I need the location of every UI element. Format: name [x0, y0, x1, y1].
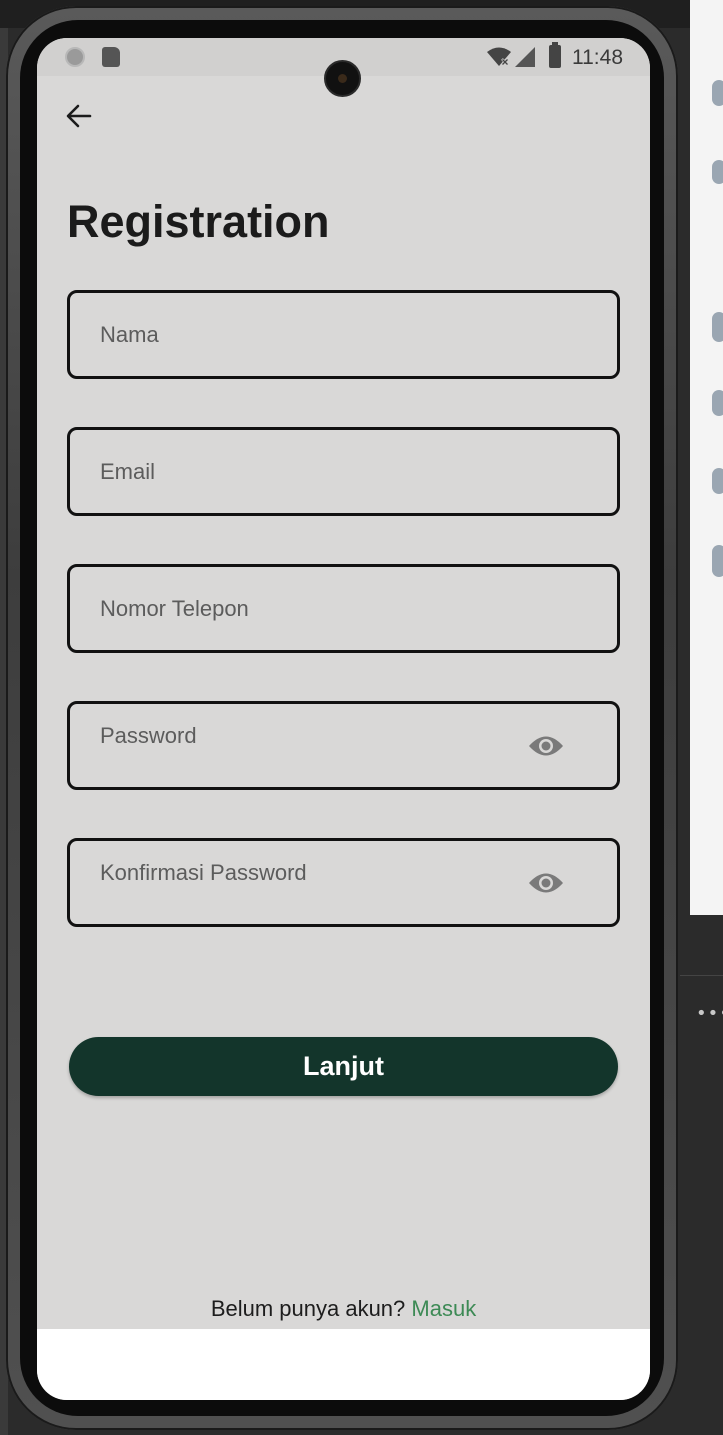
background-editor-lower-panel	[680, 975, 723, 1435]
signal-icon	[515, 47, 535, 67]
page-title: Registration	[67, 196, 330, 247]
status-time: 11:48	[572, 46, 623, 69]
password-field[interactable]	[67, 694, 620, 790]
back-button[interactable]	[59, 96, 99, 136]
confirm-password-field[interactable]	[67, 831, 620, 927]
phone-field[interactable]	[67, 564, 620, 653]
more-options-icon[interactable]: •••	[696, 1003, 723, 1024]
phone-input[interactable]	[100, 567, 520, 650]
email-input[interactable]	[100, 430, 520, 513]
background-editor-panel	[690, 0, 723, 915]
wifi-icon	[487, 47, 511, 66]
login-link[interactable]: Masuk	[411, 1296, 476, 1321]
system-navigation-bar	[37, 1329, 650, 1400]
back-arrow-icon	[66, 104, 92, 128]
login-prompt: Belum punya akun? Masuk	[37, 1296, 650, 1322]
app-screen: 11:48 Registration Lanjut Belum punya	[37, 38, 650, 1400]
name-field[interactable]	[67, 290, 620, 379]
continue-button[interactable]: Lanjut	[69, 1037, 618, 1096]
name-input[interactable]	[100, 293, 520, 376]
login-prompt-text: Belum punya akun?	[210, 1296, 412, 1321]
front-camera	[324, 60, 361, 97]
eye-icon[interactable]	[528, 733, 564, 759]
confirm-password-input[interactable]	[100, 831, 520, 914]
password-input[interactable]	[100, 694, 520, 777]
eye-icon[interactable]	[528, 870, 564, 896]
email-field[interactable]	[67, 427, 620, 516]
notification-dot-icon	[65, 47, 85, 67]
sd-card-icon	[102, 47, 120, 67]
battery-icon	[549, 42, 561, 68]
